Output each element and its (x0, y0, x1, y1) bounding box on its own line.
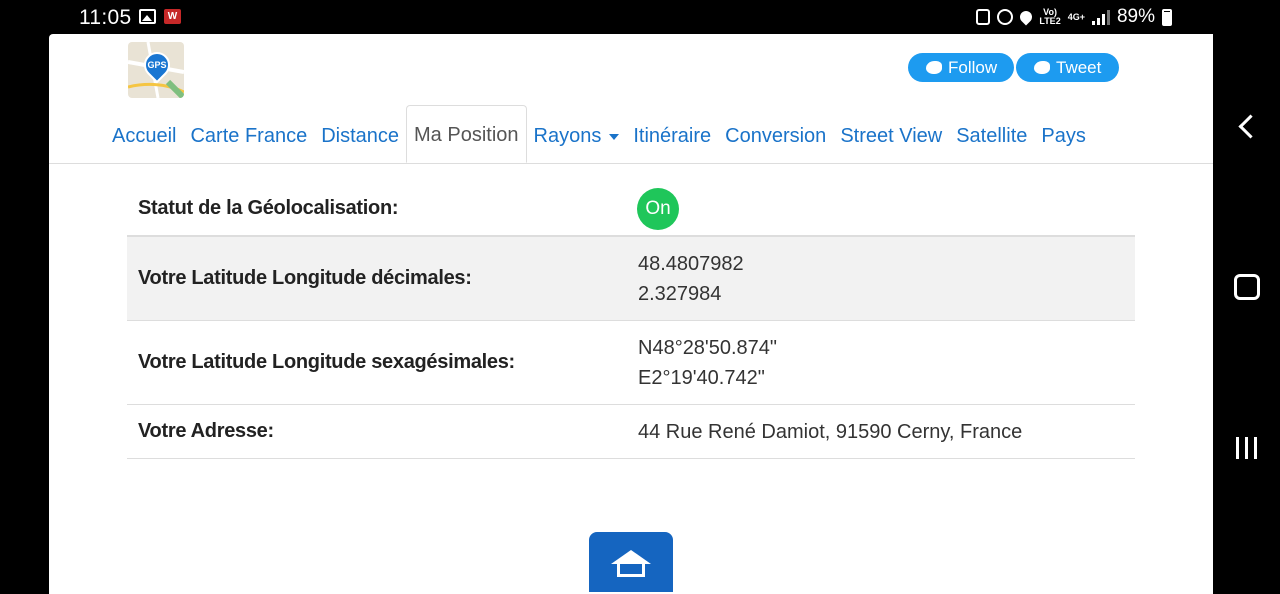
twitter-tweet-button[interactable]: Tweet (1016, 53, 1119, 82)
signal-icon (1091, 9, 1110, 25)
menu-item-street-view[interactable]: Street View (833, 125, 949, 163)
menu-item-distance[interactable]: Distance (314, 125, 406, 163)
follow-label: Follow (948, 57, 998, 77)
menu-item-itineraire[interactable]: Itinéraire (626, 125, 718, 163)
location-icon (1017, 8, 1035, 26)
address-label: Votre Adresse: (138, 420, 274, 442)
menu-item-rayons[interactable]: Rayons (527, 125, 627, 163)
battery-percent: 89% (1116, 6, 1155, 27)
home-button[interactable] (1213, 263, 1280, 311)
table-row: Votre Adresse: 44 Rue René Damiot, 91590… (127, 405, 1135, 459)
status-bar: 11:05 W Vo) LTE2 4G+ 89% (0, 0, 1212, 34)
w-app-icon: W (164, 9, 181, 24)
decimal-latitude: 48.4807982 (638, 252, 744, 275)
alarm-icon (997, 9, 1014, 25)
home-fab-button[interactable] (589, 532, 673, 592)
main-menu: Accueil Carte France Distance Ma Positio… (105, 103, 1093, 163)
menu-item-carte-france[interactable]: Carte France (183, 125, 314, 163)
sexagesimal-latitude: N48°28'50.874" (638, 336, 778, 359)
clock: 11:05 (79, 6, 132, 29)
navigation-bar (1213, 0, 1280, 576)
home-icon (1233, 274, 1260, 300)
decimal-longitude: 2.327984 (638, 282, 722, 305)
menu-item-pays[interactable]: Pays (1034, 125, 1092, 163)
menu-item-ma-position[interactable]: Ma Position (406, 105, 527, 163)
twitter-icon (1034, 61, 1050, 74)
caret-down-icon (609, 133, 620, 140)
back-icon (1238, 113, 1263, 139)
browser-page: GPS Follow Tweet Accueil Carte France Di… (49, 34, 1213, 594)
lock-icon (976, 9, 991, 25)
decimal-label: Votre Latitude Longitude décimales: (138, 267, 472, 289)
back-button[interactable] (1213, 102, 1280, 150)
menu-item-satellite[interactable]: Satellite (949, 125, 1034, 163)
house-icon (611, 550, 651, 577)
menu-divider (49, 163, 1213, 164)
network-4g-indicator: 4G+ (1067, 11, 1085, 22)
address-value: 44 Rue René Damiot, 91590 Cerny, France (638, 420, 1023, 443)
table-row: Statut de la Géolocalisation: On (127, 182, 1135, 237)
sexagesimal-longitude: E2°19'40.742" (638, 366, 765, 389)
status-badge: On (637, 187, 679, 230)
table-row: Votre Latitude Longitude sexagésimales: … (127, 321, 1135, 405)
menu-item-accueil[interactable]: Accueil (105, 125, 183, 163)
position-table: Statut de la Géolocalisation: On Votre L… (127, 182, 1135, 459)
battery-icon (1162, 8, 1172, 26)
sexagesimal-label: Votre Latitude Longitude sexagésimales: (138, 351, 515, 373)
menu-item-rayons-label: Rayons (533, 125, 602, 147)
site-logo[interactable]: GPS (128, 42, 184, 98)
menu-item-conversion[interactable]: Conversion (718, 125, 833, 163)
volte-indicator: Vo) LTE2 (1039, 7, 1061, 26)
twitter-follow-button[interactable]: Follow (908, 53, 1014, 82)
recents-icon (1236, 437, 1257, 459)
status-label: Statut de la Géolocalisation: (138, 197, 399, 219)
twitter-icon (926, 61, 942, 74)
gallery-icon (139, 9, 156, 24)
tweet-label: Tweet (1056, 57, 1102, 77)
logo-text: GPS (147, 60, 167, 70)
recents-button[interactable] (1213, 424, 1280, 472)
table-row: Votre Latitude Longitude décimales: 48.4… (127, 237, 1135, 321)
